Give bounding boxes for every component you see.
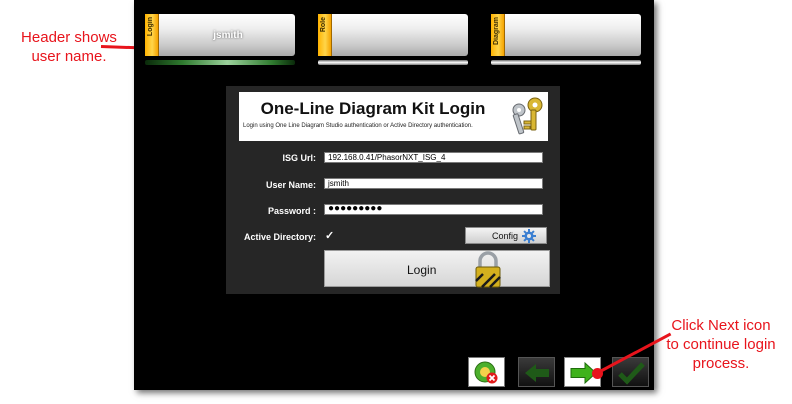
next-callout-line-2: to continue login (666, 336, 776, 353)
login-panel-header: One-Line Diagram Kit Login Login using O… (239, 92, 548, 141)
tab-diagram-indicator (491, 60, 641, 65)
header-user-name: jsmith (213, 30, 243, 41)
back-button[interactable] (518, 357, 555, 387)
next-callout-dot (592, 368, 603, 379)
login-panel: One-Line Diagram Kit Login Login using O… (226, 86, 560, 294)
tab-login[interactable]: Login jsmith (145, 14, 295, 56)
isg-url-label: ISG Url: (282, 153, 316, 163)
password-label: Password : (267, 206, 316, 216)
tab-role[interactable]: Role (318, 14, 468, 56)
login-button-label: Login (407, 263, 437, 277)
arrow-left-icon (525, 364, 549, 382)
config-button-label: Config (492, 231, 519, 241)
tab-diagram-tag: Diagram (491, 14, 505, 56)
isg-url-field[interactable]: 192.168.0.41/PhasorNXT_ISG_4 (324, 152, 543, 163)
tab-login-indicator (145, 60, 295, 65)
header-callout-line-2: user name. (31, 48, 107, 65)
cancel-button[interactable] (468, 357, 505, 387)
padlock-icon (475, 251, 501, 288)
login-title: One-Line Diagram Kit Login (260, 99, 486, 118)
next-callout: Click Next icon to continue login proces… (650, 316, 792, 373)
cancel-icon (474, 361, 498, 384)
password-field[interactable]: ●●●●●●●●● (324, 204, 543, 215)
gear-icon (522, 229, 536, 243)
tab-role-indicator (318, 60, 468, 65)
active-directory-label: Active Directory: (243, 232, 316, 242)
login-subtitle: Login using One Line Diagram Studio auth… (243, 123, 473, 129)
tab-login-tag: Login (145, 14, 159, 56)
active-directory-checkbox[interactable]: ✓ (325, 231, 335, 242)
tab-role-tag: Role (318, 14, 332, 56)
app-window: Login jsmith Role Diagram One-Line Diagr… (134, 0, 654, 390)
login-button[interactable]: Login (324, 250, 550, 288)
next-callout-line-1: Click Next icon (671, 317, 771, 334)
tab-diagram[interactable]: Diagram (491, 14, 641, 56)
keys-icon (512, 97, 543, 135)
username-field[interactable]: jsmith (324, 178, 543, 189)
config-button[interactable]: Config (465, 227, 547, 244)
username-label: User Name: (265, 180, 316, 190)
next-callout-line-3: process. (692, 355, 750, 372)
header-callout-line-1: Header shows (21, 29, 117, 46)
